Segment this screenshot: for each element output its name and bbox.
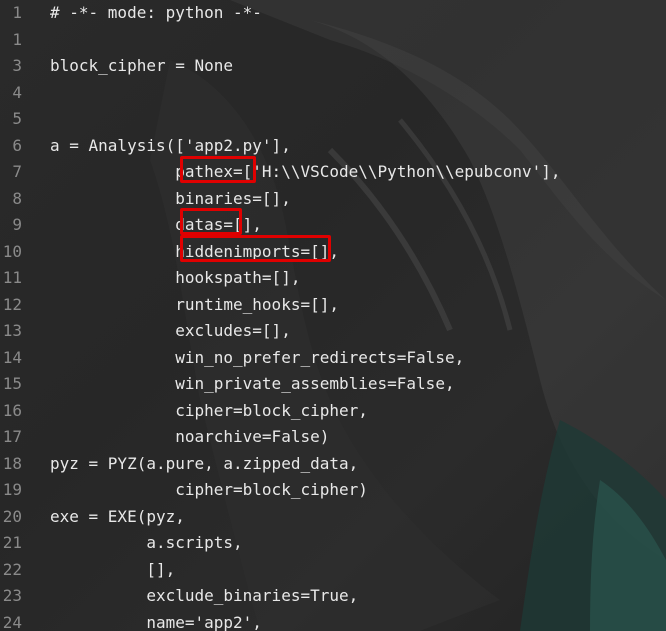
code-line: 11 hookspath=[],: [0, 265, 666, 292]
line-number: 15: [2, 374, 22, 393]
line-number: 19: [2, 480, 22, 499]
line-text: block_cipher = None: [50, 56, 234, 75]
code-line: 13 excludes=[],: [0, 318, 666, 345]
code-line: 16 cipher=block_cipher,: [0, 398, 666, 425]
code-line: 24 name='app2',: [0, 610, 666, 631]
line-text: hookspath=[],: [50, 268, 301, 287]
line-number: 3: [12, 56, 22, 75]
line-text: noarchive=False): [50, 427, 330, 446]
line-number: 5: [12, 109, 22, 128]
line-number: 11: [2, 268, 22, 287]
code-line: 14 win_no_prefer_redirects=False,: [0, 345, 666, 372]
line-number: 20: [2, 506, 22, 526]
line-text: binaries=[],: [50, 188, 291, 208]
code-line: 18 pyz = PYZ(a.pure, a.zipped_data,: [0, 451, 666, 478]
line-text: win_no_prefer_redirects=False,: [50, 347, 465, 367]
code-line: 17 noarchive=False): [0, 424, 666, 451]
line-number: 10: [2, 241, 22, 261]
line-number: 12: [2, 294, 22, 314]
line-text: excludes=[],: [50, 321, 291, 340]
code-line: 6 a = Analysis(['app2.py'],: [0, 133, 666, 160]
code-line: 12 runtime_hooks=[],: [0, 292, 666, 319]
line-number: 8: [12, 188, 22, 208]
line-text: pathex=['H:\\VSCode\\Python\\epubconv'],: [50, 162, 561, 181]
code-line: 4: [0, 80, 666, 107]
line-text: # -*- mode: python -*-: [50, 3, 262, 22]
code-line: 1: [0, 27, 666, 54]
line-number: 23: [2, 586, 22, 605]
highlight-box-datas: [180, 208, 242, 235]
code-line: 8 binaries=[],: [0, 186, 666, 213]
code-area[interactable]: 1 # -*- mode: python -*- 1 3 block_cipher …: [0, 0, 666, 631]
code-line: 1 # -*- mode: python -*-: [0, 0, 666, 27]
line-text: a = Analysis(['app2.py'],: [50, 135, 291, 155]
code-line: 19 cipher=block_cipher): [0, 477, 666, 504]
line-number: 21: [2, 533, 22, 552]
line-number: 18: [2, 453, 22, 473]
code-line: 3 block_cipher = None: [0, 53, 666, 80]
code-line: 9 datas=[],: [0, 212, 666, 239]
highlight-box-hiddenimports: [180, 235, 331, 262]
line-number: 1: [12, 3, 22, 22]
line-text: cipher=block_cipher): [50, 480, 368, 499]
line-number: 7: [12, 162, 22, 181]
line-number: 13: [2, 321, 22, 340]
line-text: exe = EXE(pyz,: [50, 506, 185, 526]
line-text: cipher=block_cipher,: [50, 400, 368, 420]
code-line: 21 a.scripts,: [0, 530, 666, 557]
line-number: 6: [12, 135, 22, 155]
line-number: 17: [2, 427, 22, 446]
code-line: 23 exclude_binaries=True,: [0, 583, 666, 610]
line-number: 9: [12, 215, 22, 234]
line-text: a.scripts,: [50, 533, 243, 552]
code-line: 20 exe = EXE(pyz,: [0, 504, 666, 531]
code-line: 5: [0, 106, 666, 133]
line-text: runtime_hooks=[],: [50, 294, 339, 314]
line-number: 16: [2, 400, 22, 420]
line-text: win_private_assemblies=False,: [50, 374, 455, 393]
line-text: exclude_binaries=True,: [50, 586, 359, 605]
line-number: 24: [2, 612, 22, 631]
line-number: 14: [2, 347, 22, 367]
line-number: 4: [12, 82, 22, 102]
highlight-box-pathex: [180, 156, 256, 183]
line-text: [],: [50, 559, 176, 579]
code-line: 10 hiddenimports=[],: [0, 239, 666, 266]
line-number: 1: [12, 29, 22, 49]
line-text: pyz = PYZ(a.pure, a.zipped_data,: [50, 453, 359, 473]
code-editor[interactable]: 1 # -*- mode: python -*- 1 3 block_cipher …: [0, 0, 666, 631]
code-line: 22 [],: [0, 557, 666, 584]
code-line: 7 pathex=['H:\\VSCode\\Python\\epubconv'…: [0, 159, 666, 186]
line-number: 22: [2, 559, 22, 579]
code-line: 15 win_private_assemblies=False,: [0, 371, 666, 398]
line-text: name='app2',: [50, 612, 262, 631]
